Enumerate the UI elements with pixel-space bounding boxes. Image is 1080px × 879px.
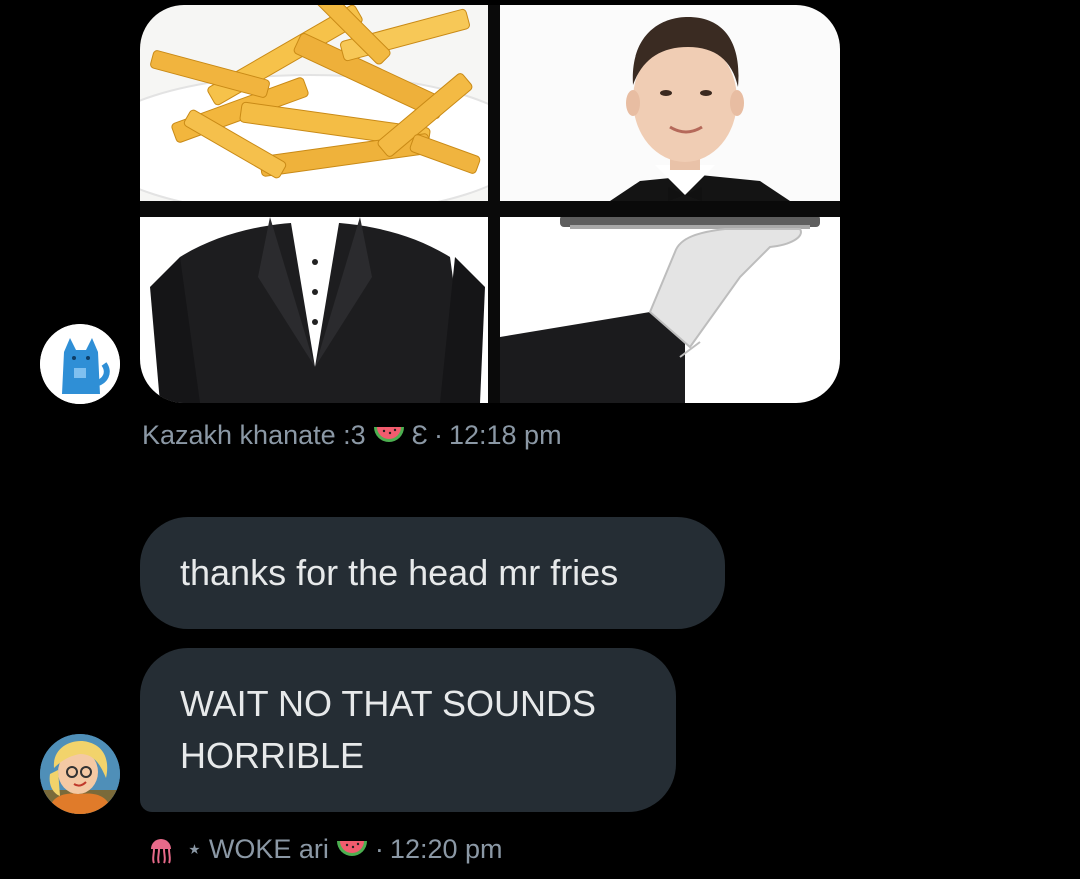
blue-cat-avatar[interactable]	[40, 324, 120, 404]
watermelon-icon	[335, 835, 369, 865]
timestamp: 12:18 pm	[448, 420, 562, 450]
meta-separator: ·	[433, 420, 443, 450]
timestamp: 12:20 pm	[389, 834, 503, 864]
suit-body-image[interactable]	[140, 217, 488, 403]
image-message-grid[interactable]	[140, 5, 840, 403]
message-text: thanks for the head mr fries	[180, 552, 619, 593]
message-text-line: HORRIBLE	[180, 735, 365, 776]
meta-separator: ·	[374, 834, 384, 864]
waiter-face-image[interactable]	[500, 5, 840, 201]
cartoon-blonde-avatar[interactable]	[40, 734, 120, 814]
message-meta-2: ⋆ WOKE ari · 12:20 pm	[146, 834, 503, 865]
sender-name[interactable]: WOKE ari	[209, 834, 329, 865]
message-bubble[interactable]: WAIT NO THAT SOUNDS HORRIBLE	[140, 648, 676, 812]
fries-image[interactable]	[140, 5, 488, 201]
jellyfish-icon	[146, 835, 180, 865]
message-meta-1: Kazakh khanate :3 Ɛ · 12:18 pm	[142, 420, 562, 451]
watermelon-icon	[372, 421, 406, 451]
message-bubble[interactable]: thanks for the head mr fries	[140, 517, 725, 629]
sender-name[interactable]: Kazakh khanate :3	[142, 420, 366, 451]
sender-prefix: ⋆	[186, 834, 203, 864]
sender-suffix: Ɛ	[411, 420, 428, 450]
message-text-line: WAIT NO THAT SOUNDS	[180, 683, 597, 724]
gloved-hand-tray-image[interactable]	[500, 217, 840, 403]
